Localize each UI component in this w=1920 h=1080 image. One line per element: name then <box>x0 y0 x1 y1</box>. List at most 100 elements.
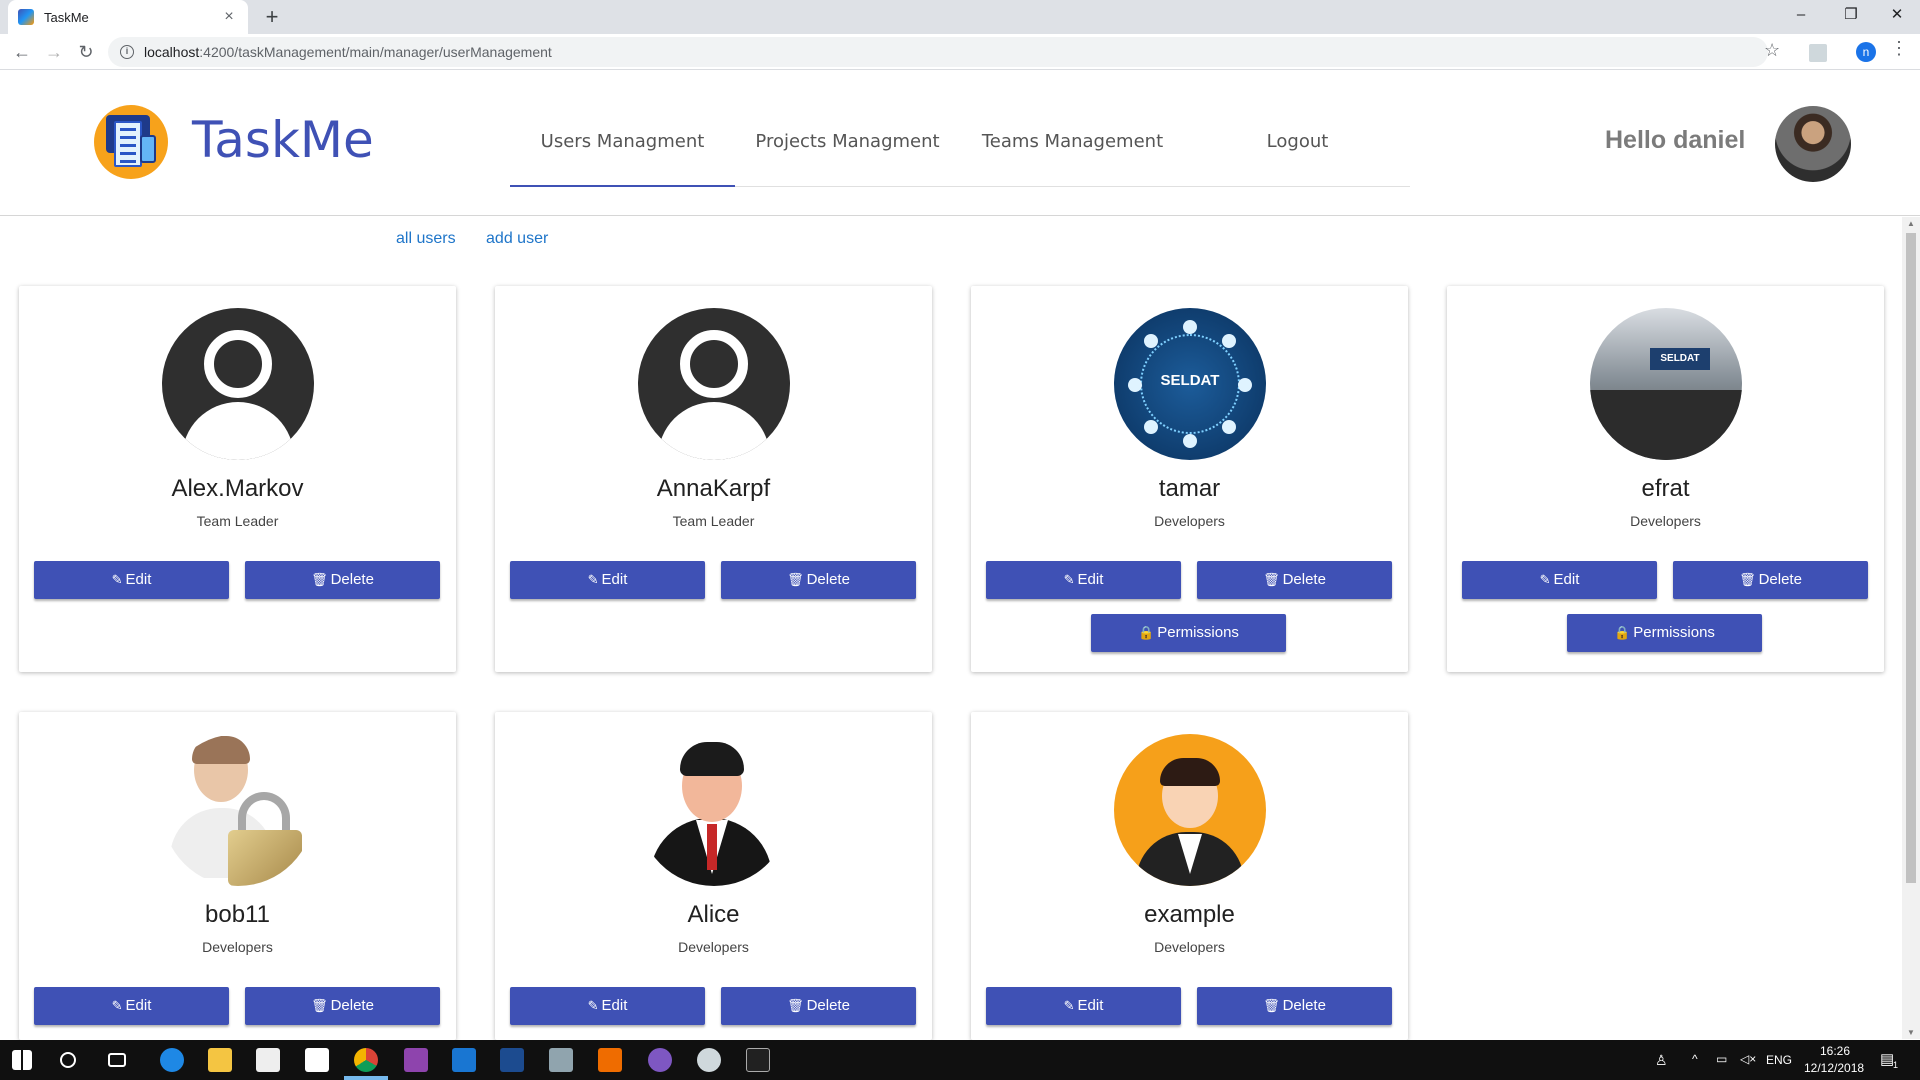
back-arrow-icon[interactable]: ← <box>8 38 36 66</box>
new-tab-button[interactable]: + <box>258 3 286 31</box>
file-explorer-icon[interactable] <box>208 1048 232 1072</box>
maximize-button[interactable]: ❐ <box>1828 0 1874 30</box>
clock-date[interactable]: 12/12/2018 <box>1804 1061 1864 1075</box>
trash-icon: 🗑 <box>787 572 804 587</box>
reload-icon[interactable]: ↻ <box>72 38 100 66</box>
edit-icon: ✎ <box>1063 572 1075 587</box>
delete-button[interactable]: 🗑 Delete <box>1197 561 1392 599</box>
edit-icon: ✎ <box>1539 572 1551 587</box>
extension-icon[interactable] <box>1809 44 1827 62</box>
user-lock-icon <box>162 734 314 886</box>
nav-projects-management[interactable]: Projects Managment <box>735 91 960 187</box>
edit-button[interactable]: ✎ Edit <box>986 561 1181 599</box>
profile-avatar-icon[interactable]: n <box>1856 42 1876 62</box>
lock-icon: 🔒 <box>1138 625 1155 640</box>
edit-button[interactable]: ✎ Edit <box>34 561 229 599</box>
delete-button[interactable]: 🗑 Delete <box>245 987 440 1025</box>
permissions-button[interactable]: 🔒 Permissions <box>1091 614 1286 652</box>
minimize-button[interactable]: – <box>1778 0 1824 30</box>
task-view-icon[interactable] <box>108 1053 126 1067</box>
user-role: Developers <box>1630 513 1701 529</box>
active-app-indicator <box>344 1076 388 1080</box>
terminal-icon[interactable] <box>746 1048 770 1072</box>
clock-time[interactable]: 16:26 <box>1820 1044 1850 1058</box>
user-card: SELDAT tamar Developers ✎ Edit 🗑 Delete 🔒 P… <box>971 286 1408 672</box>
edit-button[interactable]: ✎ Edit <box>34 987 229 1025</box>
page-scrollbar[interactable]: ▲ ▼ <box>1902 217 1920 1039</box>
orange-businessman-icon <box>1114 734 1266 886</box>
user-role: Team Leader <box>196 513 279 529</box>
nav-logout[interactable]: Logout <box>1185 91 1410 187</box>
edit-button[interactable]: ✎ Edit <box>510 561 705 599</box>
language-indicator[interactable]: ENG <box>1766 1053 1792 1067</box>
delete-button[interactable]: 🗑 Delete <box>721 987 916 1025</box>
user-name: AnnaKarpf <box>656 475 771 502</box>
tab-title: TaskMe <box>44 9 89 25</box>
add-user-link[interactable]: add user <box>486 230 548 247</box>
search-icon[interactable] <box>60 1052 76 1068</box>
xampp-icon[interactable] <box>598 1048 622 1072</box>
address-bar[interactable]: i localhost:4200/taskManagement/main/man… <box>108 37 1768 67</box>
forward-arrow-icon[interactable]: → <box>40 38 68 66</box>
vscode-icon[interactable] <box>452 1048 476 1072</box>
edit-icon: ✎ <box>111 572 123 587</box>
delete-button[interactable]: 🗑 Delete <box>1673 561 1868 599</box>
scroll-up-arrow-icon[interactable]: ▲ <box>1902 219 1920 228</box>
user-card: example Developers ✎ Edit 🗑 Delete <box>971 712 1408 1040</box>
businessman-icon <box>638 734 790 886</box>
mail-icon[interactable] <box>305 1048 329 1072</box>
delete-button[interactable]: 🗑 Delete <box>721 561 916 599</box>
edit-button[interactable]: ✎ Edit <box>986 987 1181 1025</box>
edit-icon: ✎ <box>587 572 599 587</box>
sql-server-icon[interactable] <box>500 1048 524 1072</box>
brand-title: TaskMe <box>192 111 374 169</box>
scrollbar-thumb[interactable] <box>1906 233 1916 883</box>
user-name: tamar <box>1158 475 1221 502</box>
volume-icon[interactable]: ◁× <box>1740 1052 1756 1066</box>
edit-button[interactable]: ✎ Edit <box>510 987 705 1025</box>
trash-icon: 🗑 <box>311 998 328 1013</box>
close-window-button[interactable]: ✕ <box>1874 0 1920 30</box>
browser-tab[interactable]: TaskMe × <box>8 0 248 34</box>
visual-studio-icon[interactable] <box>404 1048 428 1072</box>
user-name: Alex.Markov <box>171 475 304 502</box>
people-icon[interactable]: ♙ <box>1655 1052 1668 1069</box>
user-role: Team Leader <box>672 513 755 529</box>
delete-button[interactable]: 🗑 Delete <box>245 561 440 599</box>
edge-browser-icon[interactable] <box>160 1048 184 1072</box>
user-subnav: all users add user <box>396 230 574 248</box>
trash-icon: 🗑 <box>1263 998 1280 1013</box>
site-info-icon[interactable]: i <box>120 45 134 59</box>
user-avatar[interactable] <box>1775 106 1851 182</box>
url-host: localhost <box>144 44 200 60</box>
store-icon[interactable] <box>256 1048 280 1072</box>
app-circle-icon[interactable] <box>648 1048 672 1072</box>
chrome-icon[interactable] <box>354 1048 378 1072</box>
bookmark-star-icon[interactable]: ☆ <box>1764 40 1780 61</box>
trash-icon: 🗑 <box>787 998 804 1013</box>
network-icon[interactable]: ▭ <box>1716 1052 1727 1066</box>
default-avatar-icon <box>638 308 790 460</box>
edit-button[interactable]: ✎ Edit <box>1462 561 1657 599</box>
browser-tab-bar: TaskMe × + – ❐ ✕ <box>0 0 1920 34</box>
permissions-button[interactable]: 🔒 Permissions <box>1567 614 1762 652</box>
scroll-down-arrow-icon[interactable]: ▼ <box>1902 1028 1920 1037</box>
browser-toolbar: ← → ↻ i localhost:4200/taskManagement/ma… <box>0 34 1920 70</box>
default-avatar-icon <box>162 308 314 460</box>
user-role: Developers <box>1154 513 1225 529</box>
all-users-link[interactable]: all users <box>396 230 456 247</box>
tab-close-icon[interactable]: × <box>220 8 238 26</box>
exhibition-photo: SELDAT <box>1590 308 1742 460</box>
virtualbox-icon[interactable] <box>549 1048 573 1072</box>
nav-teams-management[interactable]: Teams Management <box>960 91 1185 187</box>
tray-chevron-icon[interactable]: ^ <box>1692 1052 1698 1066</box>
user-card: SELDAT efrat Developers ✎ Edit 🗑 Delete 🔒 P… <box>1447 286 1884 672</box>
windows-start-icon[interactable] <box>12 1050 32 1070</box>
delete-button[interactable]: 🗑 Delete <box>1197 987 1392 1025</box>
user-name: efrat <box>1641 475 1690 502</box>
paint-icon[interactable] <box>697 1048 721 1072</box>
nav-users-management[interactable]: Users Managment <box>510 91 735 187</box>
browser-menu-icon[interactable]: ⋮ <box>1890 38 1908 59</box>
user-name: bob11 <box>205 901 270 928</box>
greeting-text: Hello daniel <box>1605 126 1746 154</box>
